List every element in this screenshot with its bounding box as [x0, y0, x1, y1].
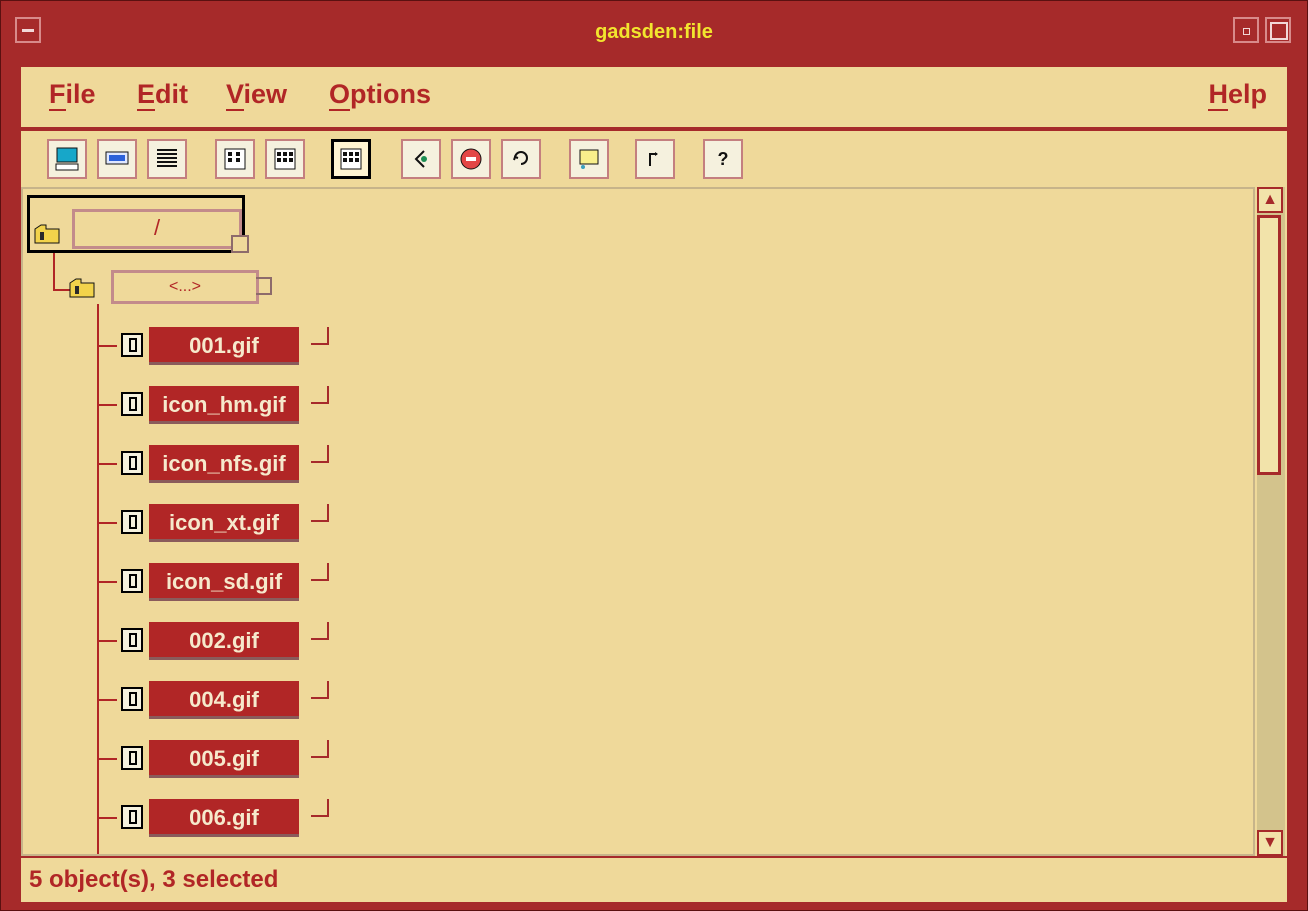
window-title: gadsden:file [595, 21, 713, 43]
file-item[interactable]: icon_xt.gif [97, 504, 341, 542]
parent-folder-label[interactable]: <...> [111, 270, 272, 304]
menu-view-mnemonic: V [226, 79, 244, 111]
status-bar: 5 object(s), 3 selected [21, 858, 1287, 902]
menu-edit-rest: dit [155, 79, 189, 109]
scroll-down-icon[interactable]: ▼ [1257, 830, 1283, 856]
maximize-button[interactable] [1265, 17, 1291, 43]
tree-connector [97, 699, 117, 701]
title-bar[interactable]: gadsden:file [9, 9, 1299, 55]
file-label[interactable]: icon_sd.gif [149, 563, 329, 601]
file-item[interactable]: 005.gif [97, 740, 341, 778]
tree-connector [97, 581, 117, 583]
file-icon [121, 451, 143, 475]
menu-file[interactable]: File [49, 79, 96, 111]
tree-line-files [97, 304, 99, 854]
grid-view-icon[interactable] [265, 139, 305, 179]
list-view-icon[interactable] [147, 139, 187, 179]
scroll-up-icon[interactable]: ▲ [1257, 187, 1283, 213]
menu-options-rest: ptions [350, 79, 432, 109]
tree-connector [97, 522, 117, 524]
tree-connector [97, 817, 117, 819]
file-item[interactable]: 001.gif [97, 327, 341, 365]
file-label[interactable]: 002.gif [149, 622, 329, 660]
file-icon [121, 628, 143, 652]
file-label[interactable]: 006.gif [149, 799, 329, 837]
select-icon[interactable] [569, 139, 609, 179]
tree-connector [97, 758, 117, 760]
file-icon [121, 510, 143, 534]
file-label[interactable]: 005.gif [149, 740, 329, 778]
tree-connector [97, 404, 117, 406]
menu-help-mnemonic: H [1208, 79, 1228, 111]
file-label[interactable]: icon_xt.gif [149, 504, 329, 542]
tree-connector [97, 640, 117, 642]
menu-view-rest: iew [243, 79, 288, 109]
menu-edit-mnemonic: E [137, 79, 156, 111]
vertical-scrollbar[interactable]: ▲ ▼ [1255, 187, 1287, 856]
file-item[interactable]: 004.gif [97, 681, 341, 719]
tool-bar: ? [21, 131, 1287, 187]
file-icon [121, 333, 143, 357]
refresh-icon[interactable] [501, 139, 541, 179]
stop-icon[interactable] [451, 139, 491, 179]
tree-connector [97, 345, 117, 347]
file-item[interactable]: icon_sd.gif [97, 563, 341, 601]
menu-options-mnemonic: O [329, 79, 351, 111]
help-icon-label: ? [717, 148, 729, 169]
menu-help[interactable]: Help [1208, 79, 1267, 111]
file-icon [121, 569, 143, 593]
file-icon [121, 805, 143, 829]
file-item[interactable]: 002.gif [97, 622, 341, 660]
file-label[interactable]: 001.gif [149, 327, 329, 365]
large-icon-view-icon[interactable] [47, 139, 87, 179]
file-icon [121, 746, 143, 770]
active-view-icon[interactable] [331, 139, 371, 179]
menu-view[interactable]: View [226, 79, 288, 111]
file-label[interactable]: icon_nfs.gif [149, 445, 329, 483]
tree-line-root [53, 253, 55, 291]
menu-edit[interactable]: Edit [137, 79, 189, 111]
file-icon [121, 687, 143, 711]
parent-folder-node[interactable]: <...> [69, 270, 281, 304]
menu-file-rest: ile [65, 79, 96, 109]
file-label[interactable]: 004.gif [149, 681, 329, 719]
help-icon[interactable]: ? [703, 139, 743, 179]
root-folder-node[interactable]: / [27, 195, 249, 253]
small-icon-view-icon[interactable] [97, 139, 137, 179]
up-icon[interactable] [635, 139, 675, 179]
file-icon [121, 392, 143, 416]
tree-connector [97, 463, 117, 465]
minimize-button[interactable] [1233, 17, 1259, 43]
menu-bar: File Edit View Options Help [21, 67, 1287, 130]
file-manager-window: gadsden:file File Edit View Options Help… [0, 0, 1308, 911]
columns-view-icon[interactable] [215, 139, 255, 179]
folder-icon [34, 224, 60, 244]
folder-icon [69, 278, 95, 298]
back-icon[interactable] [401, 139, 441, 179]
file-item[interactable]: 006.gif [97, 799, 341, 837]
menu-file-mnemonic: F [49, 79, 66, 111]
file-item[interactable]: icon_nfs.gif [97, 445, 341, 483]
file-item[interactable]: icon_hm.gif [97, 386, 341, 424]
menu-options[interactable]: Options [329, 79, 432, 111]
file-label[interactable]: icon_hm.gif [149, 386, 329, 424]
menu-help-rest: elp [1227, 79, 1267, 109]
scroll-thumb[interactable] [1257, 215, 1281, 475]
root-folder-label[interactable]: / [72, 209, 249, 253]
